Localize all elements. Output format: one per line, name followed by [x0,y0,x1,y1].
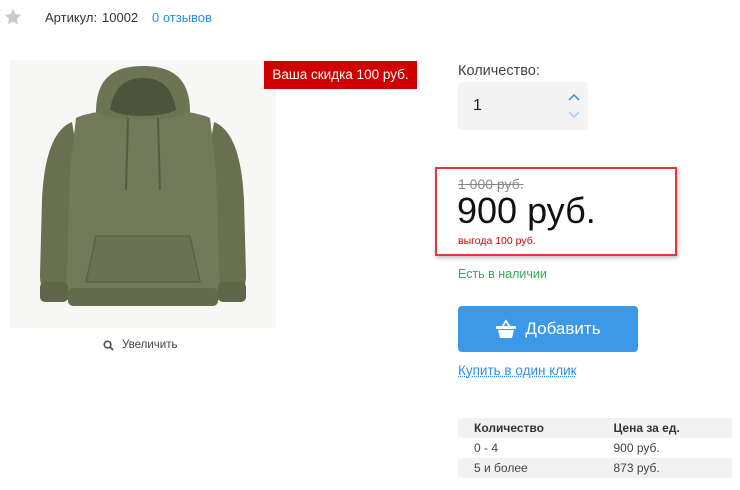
reviews-link[interactable]: 0 отзывов [152,10,212,25]
chevron-up-icon[interactable] [566,90,582,104]
basket-icon [496,319,517,338]
favorite-star-icon[interactable] [3,7,23,27]
one-click-buy-link[interactable]: Купить в один клик [458,363,577,378]
tier-price: 873 руб. [597,458,732,478]
table-row: 0 - 4 900 руб. [458,438,732,458]
quantity-input[interactable] [468,94,568,118]
sku-label: Артикул: [45,10,98,25]
quantity-label: Количество: [458,63,540,79]
column-header-unit-price: Цена за ед. [597,418,732,438]
column-header-quantity: Количество [458,418,598,438]
chevron-down-icon[interactable] [566,108,582,122]
quantity-stepper [458,82,588,130]
table-row: 5 и более 873 руб. [458,458,732,478]
table-header-row: Количество Цена за ед. [458,418,732,438]
tier-quantity: 5 и более [458,458,598,478]
product-image[interactable] [10,60,276,328]
sku-value: 10002 [102,10,139,25]
zoom-link[interactable]: Увеличить [103,339,177,351]
magnifier-icon [103,339,114,351]
add-to-cart-button[interactable]: Добавить [458,306,638,352]
add-to-cart-label: Добавить [525,319,601,338]
hoodie-illustration [40,66,246,306]
discount-badge: Ваша скидка 100 руб. [264,61,417,89]
zoom-label: Увеличить [122,339,178,351]
tier-price: 900 руб. [613,441,660,455]
stock-status: Есть в наличии [458,267,547,281]
current-price: 900 руб. [457,190,596,231]
tier-quantity: 0 - 4 [474,441,499,455]
price-tiers-table: Количество Цена за ед. 0 - 4 900 руб. 5 … [458,418,732,478]
savings-text: выгода 100 руб. [458,235,536,247]
